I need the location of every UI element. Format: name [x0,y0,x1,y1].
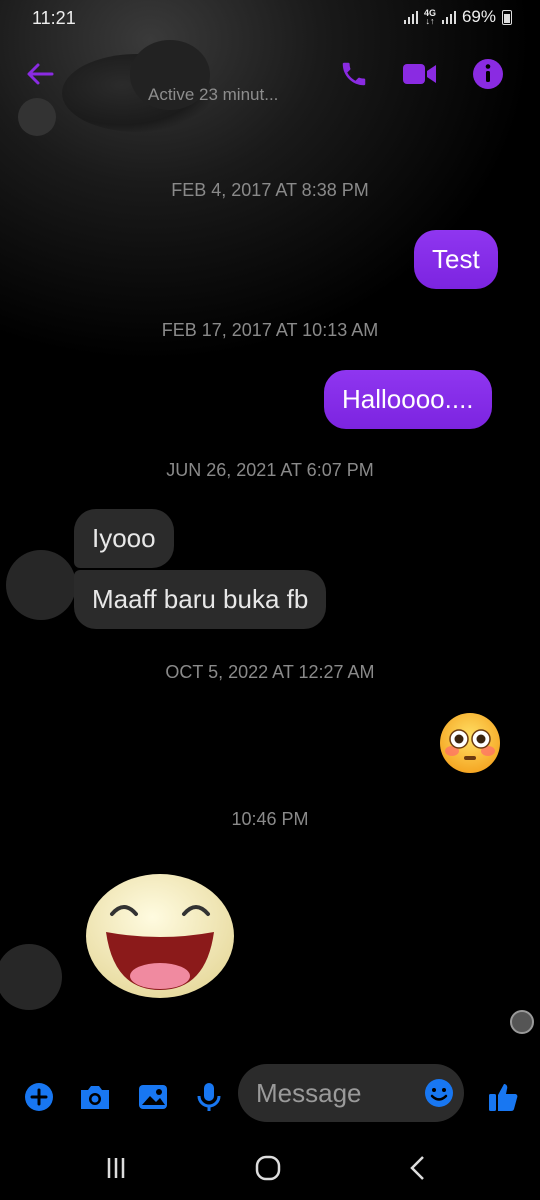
contact-avatar-small[interactable] [0,944,62,1010]
incoming-message[interactable]: Maaff baru buka fb [74,570,327,629]
phone-icon[interactable] [336,56,372,92]
video-camera-icon[interactable] [402,56,438,92]
laughing-face-sticker[interactable] [84,872,236,1000]
message-placeholder: Message [256,1078,362,1108]
thumbs-up-icon[interactable] [486,1080,520,1114]
network-label: 4G [423,8,436,18]
timestamp: FEB 4, 2017 AT 8:38 PM [171,180,369,200]
outgoing-message[interactable]: Test [414,230,498,289]
timestamp: OCT 5, 2022 AT 12:27 AM [165,662,375,682]
timestamp: 10:46 PM [231,809,309,829]
incoming-message[interactable]: Iyooo [74,509,174,568]
smiley-icon[interactable] [424,1078,454,1108]
timestamp: JUN 26, 2021 AT 6:07 PM [166,460,374,480]
status-time: 11:21 [32,8,76,28]
status-bar: 11:21 4G ↓↑ 69% [0,0,540,36]
outgoing-message[interactable]: Halloooo.... [324,370,492,429]
microphone-icon[interactable] [192,1080,226,1114]
contact-avatar-small[interactable] [6,550,76,620]
signal-icon-2 [441,10,456,24]
message-input[interactable]: Message [238,1064,464,1122]
system-navigation-bar [0,1136,540,1200]
timestamp: FEB 17, 2017 AT 10:13 AM [161,320,379,340]
recent-apps-icon[interactable] [96,1154,136,1182]
contact-avatar-small [18,98,56,136]
info-icon[interactable] [470,56,506,92]
flushed-face-emoji[interactable] [438,711,502,775]
battery-icon [502,9,512,25]
home-icon[interactable] [248,1154,288,1182]
image-icon[interactable] [136,1080,170,1114]
network-type: 4G ↓↑ [423,8,436,26]
message-composer: Message [0,1064,540,1128]
camera-icon[interactable] [78,1080,112,1114]
plus-icon[interactable] [22,1080,56,1114]
back-nav-icon[interactable] [398,1154,438,1182]
seen-avatar [510,1010,534,1034]
active-status: Active 23 minut... [148,85,279,104]
back-arrow-icon[interactable] [22,56,58,92]
status-icons: 4G ↓↑ 69% [403,7,512,27]
signal-icon [403,10,418,24]
battery-percent: 69% [461,7,496,26]
chat-header: Active 23 minut... [0,40,540,132]
